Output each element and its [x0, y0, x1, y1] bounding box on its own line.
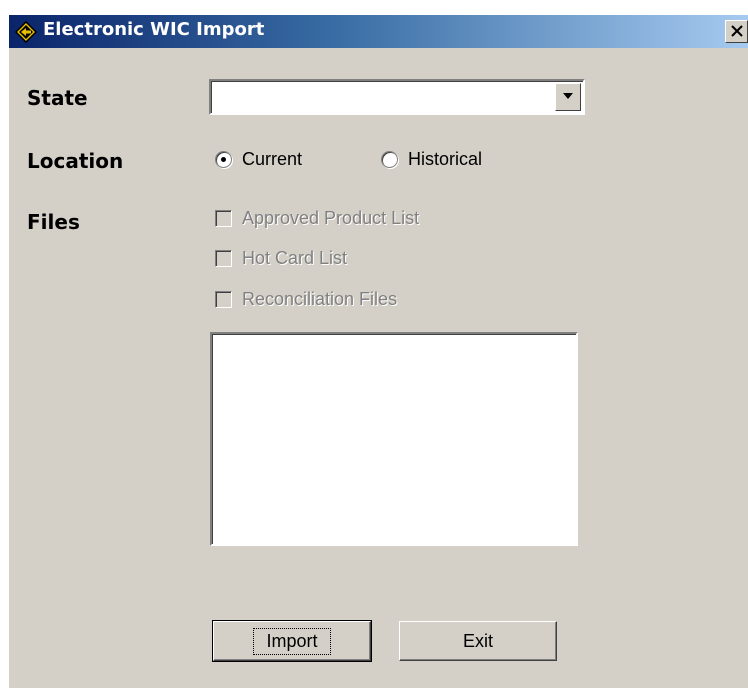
checkbox[interactable] — [215, 210, 232, 227]
files-listbox[interactable] — [210, 332, 578, 546]
location-label: Location — [27, 149, 124, 173]
location-radio-historical[interactable]: Historical — [381, 149, 482, 170]
state-dropdown[interactable] — [209, 79, 585, 115]
radio-button[interactable] — [381, 151, 398, 168]
checkbox-label: Reconciliation Files — [242, 289, 398, 309]
checkbox-label: Hot Card List — [242, 248, 348, 268]
title-bar[interactable]: Electronic WIC Import — [9, 15, 748, 48]
checkbox-approved-product-list[interactable]: Approved Product List — [215, 208, 419, 229]
state-dropdown-button[interactable] — [555, 83, 581, 111]
import-button-label: Import — [253, 627, 331, 655]
checkbox-label: Approved Product List — [242, 208, 420, 228]
radio-selected-dot — [221, 157, 226, 162]
chevron-down-icon — [563, 93, 573, 99]
import-dialog: Electronic WIC Import State Location Cur… — [8, 14, 748, 688]
location-option-label: Historical — [408, 149, 483, 169]
close-icon — [731, 25, 743, 37]
checkbox[interactable] — [215, 250, 232, 267]
import-button[interactable]: Import — [212, 620, 372, 662]
files-label: Files — [27, 210, 80, 234]
checkbox-hot-card-list[interactable]: Hot Card List — [215, 248, 347, 269]
diamond-arrow-icon — [15, 21, 37, 43]
exit-button-label: Exit — [462, 630, 493, 651]
radio-button[interactable] — [215, 151, 232, 168]
location-option-label: Current — [242, 149, 303, 169]
checkbox[interactable] — [215, 291, 232, 308]
checkbox-reconciliation-files[interactable]: Reconciliation Files — [215, 289, 397, 310]
location-radio-current[interactable]: Current — [215, 149, 302, 170]
state-label: State — [27, 86, 88, 110]
close-button[interactable] — [725, 20, 748, 43]
exit-button[interactable]: Exit — [399, 621, 557, 661]
window-title: Electronic WIC Import — [43, 19, 265, 40]
